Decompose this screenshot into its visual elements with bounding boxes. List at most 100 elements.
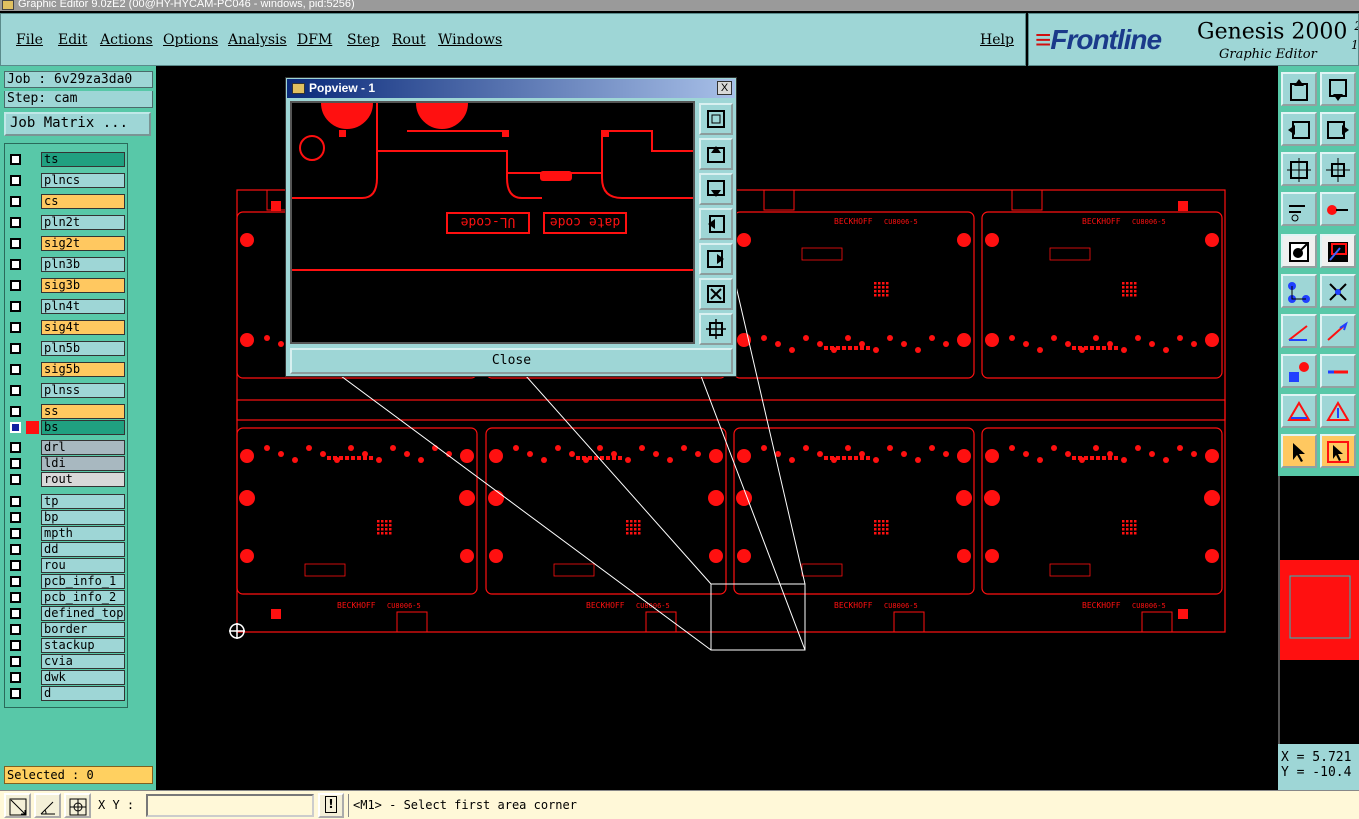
- layer-row-plncs[interactable]: plncs: [7, 173, 127, 188]
- menu-windows[interactable]: Windows: [438, 32, 502, 48]
- arrow-line-button[interactable]: [1320, 314, 1356, 348]
- net-select-button[interactable]: [1320, 234, 1356, 268]
- popview-titlebar[interactable]: Popview - 1: [287, 79, 735, 98]
- menu-help[interactable]: Help: [980, 32, 1014, 48]
- layer-row-ldi[interactable]: ldi: [7, 456, 127, 471]
- popview-zoom-in-button[interactable]: [699, 313, 733, 345]
- layer-row-mpth[interactable]: mpth: [7, 526, 127, 541]
- layer-row-ss[interactable]: ss: [7, 404, 127, 419]
- layer-checkbox[interactable]: [10, 238, 21, 249]
- layer-row-sig4t[interactable]: sig4t: [7, 320, 127, 335]
- snap-center-button[interactable]: [64, 793, 91, 818]
- popview-pan-left-button[interactable]: [699, 208, 733, 240]
- layer-row-bs[interactable]: bs: [7, 420, 127, 435]
- menu-options[interactable]: Options: [163, 32, 218, 48]
- move-down-button[interactable]: [1320, 72, 1356, 106]
- layer-checkbox[interactable]: [10, 640, 21, 651]
- layer-checkbox[interactable]: [10, 544, 21, 555]
- layer-row-pcb-info-2[interactable]: pcb_info_2: [7, 590, 127, 605]
- layer-checkbox[interactable]: [10, 175, 21, 186]
- layer-checkbox[interactable]: [10, 576, 21, 587]
- layer-row-ts[interactable]: ts: [7, 152, 127, 167]
- move-left-button[interactable]: [1281, 112, 1317, 146]
- measure-button[interactable]: [1281, 192, 1317, 226]
- layer-row-defined-top[interactable]: defined_top: [7, 606, 127, 621]
- layer-row-cs[interactable]: cs: [7, 194, 127, 209]
- minus-button[interactable]: [1320, 354, 1356, 388]
- layer-checkbox[interactable]: [10, 688, 21, 699]
- layer-row-sig5b[interactable]: sig5b: [7, 362, 127, 377]
- popview-pan-down-button[interactable]: [699, 173, 733, 205]
- layer-row-sig2t[interactable]: sig2t: [7, 236, 127, 251]
- layer-row-d[interactable]: d: [7, 686, 127, 701]
- layer-row-pln4t[interactable]: pln4t: [7, 299, 127, 314]
- layer-checkbox[interactable]: [10, 560, 21, 571]
- layer-checkbox[interactable]: [10, 512, 21, 523]
- layer-checkbox[interactable]: [10, 422, 21, 433]
- layer-checkbox[interactable]: [10, 280, 21, 291]
- snap-button[interactable]: [1320, 192, 1356, 226]
- popview-close-icon[interactable]: X: [717, 81, 732, 95]
- menu-file[interactable]: File: [16, 32, 43, 48]
- layer-row-pln5b[interactable]: pln5b: [7, 341, 127, 356]
- job-matrix-button[interactable]: Job Matrix ...: [4, 112, 151, 136]
- layer-row-rou[interactable]: rou: [7, 558, 127, 573]
- layer-row-border[interactable]: border: [7, 622, 127, 637]
- layer-row-cvia[interactable]: cvia: [7, 654, 127, 669]
- layer-checkbox[interactable]: [10, 343, 21, 354]
- zoom-in-button[interactable]: [1320, 152, 1356, 186]
- layer-row-dd[interactable]: dd: [7, 542, 127, 557]
- popview-canvas[interactable]: UL-code date code: [290, 101, 695, 344]
- snap-angle-button[interactable]: [34, 793, 61, 818]
- layer-checkbox[interactable]: [10, 154, 21, 165]
- layer-row-plnss[interactable]: plnss: [7, 383, 127, 398]
- overview-map[interactable]: [1278, 476, 1359, 744]
- pointer-button[interactable]: [1281, 434, 1317, 468]
- pointer-frame-button[interactable]: [1320, 434, 1356, 468]
- cross-button[interactable]: [1320, 274, 1356, 308]
- layer-checkbox[interactable]: [10, 656, 21, 667]
- layer-row-rout[interactable]: rout: [7, 472, 127, 487]
- feature-select-button[interactable]: [1281, 234, 1317, 268]
- popview-pan-right-button[interactable]: [699, 243, 733, 275]
- move-right-button[interactable]: [1320, 112, 1356, 146]
- layer-row-drl[interactable]: drl: [7, 440, 127, 455]
- layer-checkbox[interactable]: [10, 624, 21, 635]
- menu-actions[interactable]: Actions: [100, 32, 153, 48]
- layer-checkbox[interactable]: [10, 385, 21, 396]
- layer-row-bp[interactable]: bp: [7, 510, 127, 525]
- popview-zoom-fit-button[interactable]: [699, 103, 733, 135]
- layer-row-tp[interactable]: tp: [7, 494, 127, 509]
- menu-analysis[interactable]: Analysis: [228, 32, 287, 48]
- popview-pan-up-button[interactable]: [699, 138, 733, 170]
- layer-checkbox[interactable]: [10, 442, 21, 453]
- layer-checkbox[interactable]: [10, 217, 21, 228]
- layer-checkbox[interactable]: [10, 496, 21, 507]
- pad-button[interactable]: [1281, 354, 1317, 388]
- layer-checkbox[interactable]: [10, 474, 21, 485]
- layer-checkbox[interactable]: [10, 592, 21, 603]
- menu-step[interactable]: Step: [347, 32, 379, 48]
- layer-checkbox[interactable]: [10, 259, 21, 270]
- popview-zoom-out-button[interactable]: [699, 278, 733, 310]
- zoom-out-button[interactable]: [1281, 152, 1317, 186]
- triangle-arrow-button[interactable]: [1320, 394, 1356, 428]
- menu-edit[interactable]: Edit: [58, 32, 87, 48]
- layer-checkbox[interactable]: [10, 196, 21, 207]
- layer-checkbox[interactable]: [10, 458, 21, 469]
- layer-row-dwk[interactable]: dwk: [7, 670, 127, 685]
- layer-row-sig3b[interactable]: sig3b: [7, 278, 127, 293]
- layer-row-pcb-info-1[interactable]: pcb_info_1: [7, 574, 127, 589]
- snap-grid-button[interactable]: [4, 793, 31, 818]
- layer-checkbox[interactable]: [10, 406, 21, 417]
- move-up-button[interactable]: [1281, 72, 1317, 106]
- layer-checkbox[interactable]: [10, 608, 21, 619]
- layer-checkbox[interactable]: [10, 528, 21, 539]
- xy-input[interactable]: [146, 794, 314, 817]
- layer-checkbox[interactable]: [10, 364, 21, 375]
- layer-checkbox[interactable]: [10, 301, 21, 312]
- menu-rout[interactable]: Rout: [392, 32, 426, 48]
- layer-row-stackup[interactable]: stackup: [7, 638, 127, 653]
- layer-checkbox[interactable]: [10, 322, 21, 333]
- line-button[interactable]: [1281, 314, 1317, 348]
